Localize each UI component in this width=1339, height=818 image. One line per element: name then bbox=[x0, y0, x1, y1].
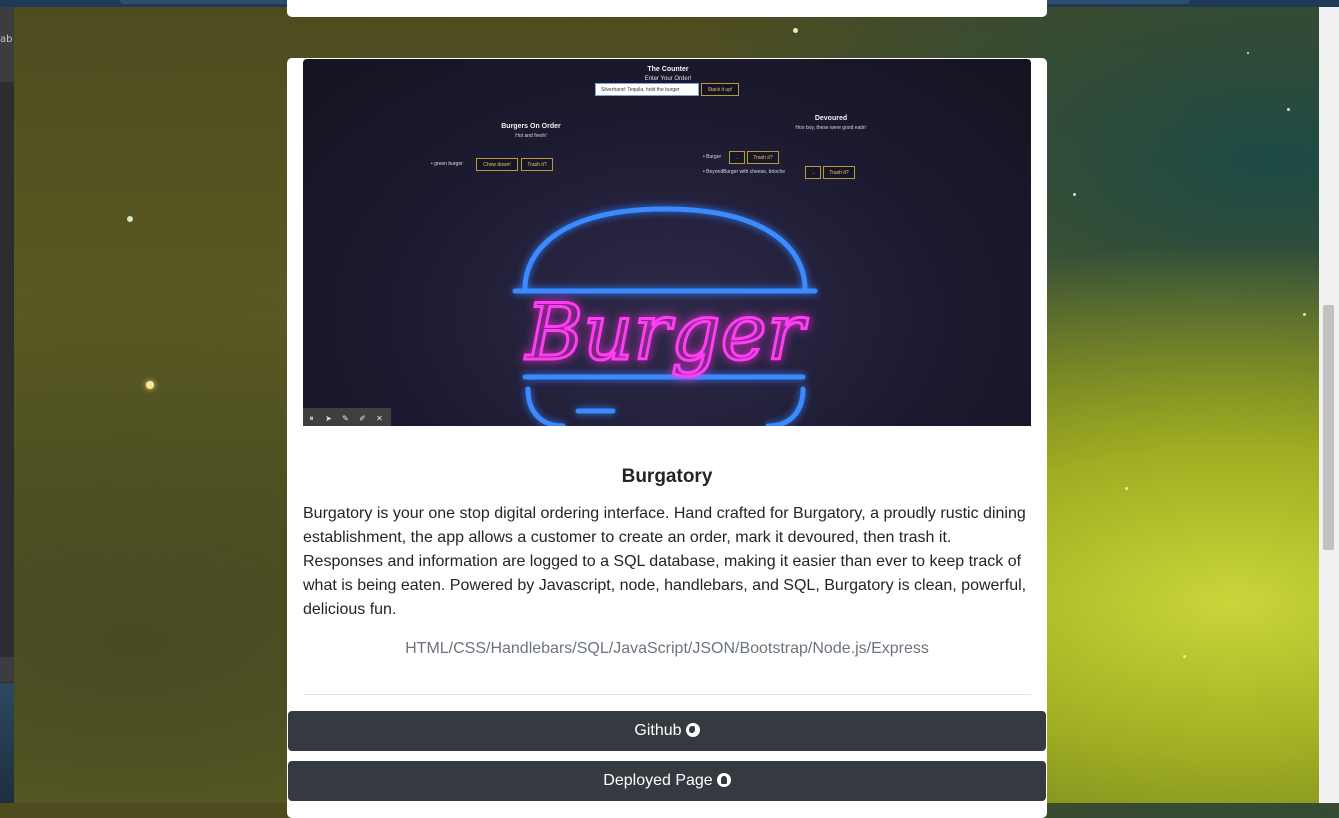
github-button-label: Github bbox=[634, 722, 682, 739]
background-star bbox=[1247, 52, 1249, 54]
background-star bbox=[146, 381, 154, 389]
deployed-page-button[interactable]: Deployed Page bbox=[288, 761, 1046, 801]
globe-icon bbox=[685, 723, 700, 737]
eraser-icon: ✐ bbox=[359, 414, 366, 423]
pen-icon: ✎ bbox=[342, 414, 349, 423]
pause-icon: ⏸ bbox=[309, 414, 314, 423]
background-star bbox=[1073, 193, 1076, 196]
page-scrollbar[interactable] bbox=[1319, 7, 1339, 803]
project-title: Burgatory bbox=[621, 466, 713, 487]
background-star bbox=[127, 216, 133, 222]
previous-project-card bbox=[287, 0, 1047, 17]
scrollbar-thumb[interactable] bbox=[1323, 305, 1334, 550]
background-star bbox=[1125, 487, 1128, 490]
screenshot-controls: ⏸ ➤ ✎ ✐ ✕ bbox=[303, 408, 391, 426]
deployed-page-button-label: Deployed Page bbox=[603, 772, 713, 789]
github-icon bbox=[716, 773, 731, 787]
side-window-label: ab bbox=[0, 34, 13, 45]
card-divider bbox=[303, 694, 1031, 695]
neon-burger-sign: Burger bbox=[512, 206, 818, 426]
project-tech-stack: HTML/CSS/Handlebars/SQL/JavaScript/JSON/… bbox=[405, 640, 929, 657]
background-star bbox=[1183, 655, 1186, 658]
project-description: Burgatory is your one stop digital order… bbox=[303, 505, 1027, 618]
background-star bbox=[1303, 313, 1306, 316]
project-screenshot: The Counter Enter Your Order! Silverhand… bbox=[303, 59, 1031, 426]
side-window-preview bbox=[0, 683, 14, 803]
pointer-icon: ➤ bbox=[325, 414, 332, 423]
close-icon: ✕ bbox=[376, 414, 383, 423]
background-star bbox=[793, 28, 798, 33]
github-button[interactable]: Github bbox=[288, 711, 1046, 751]
project-card: The Counter Enter Your Order! Silverhand… bbox=[287, 58, 1047, 818]
side-window-divider bbox=[0, 657, 14, 682]
side-window: ab bbox=[0, 7, 14, 803]
neon-burger-text: Burger bbox=[524, 288, 809, 378]
background-star bbox=[1287, 108, 1290, 111]
